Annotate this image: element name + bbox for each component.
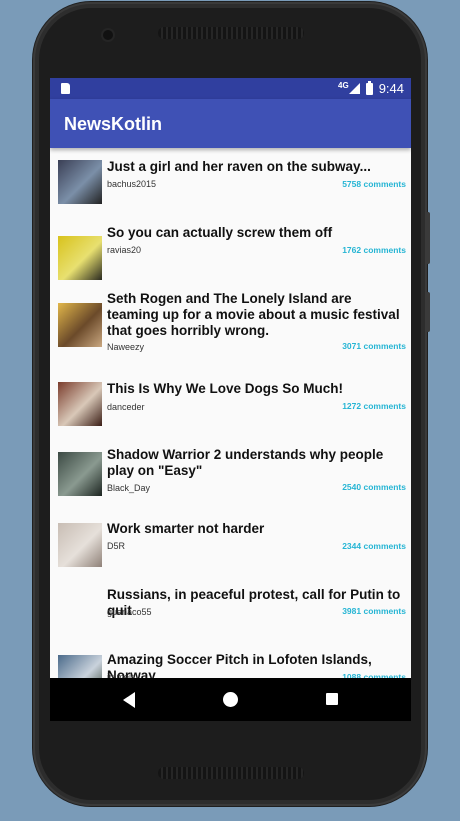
comments-count[interactable]: 5758 comments [342,179,406,189]
post-author: Naweezy [107,342,145,352]
volume-button [426,212,430,264]
post-list[interactable]: Just a girl and her raven on the subway.… [50,148,411,678]
post-author: bachus2015 [107,179,157,189]
power-button [426,292,430,332]
post-title: Work smarter not harder [107,521,265,536]
post-author: Black_Day [107,483,151,493]
comments-count[interactable]: 3071 comments [342,341,406,351]
post-thumbnail [58,160,102,204]
post-author: danceder [107,402,145,412]
app-bar: NewsKotlin [50,99,411,148]
back-icon[interactable] [123,692,135,708]
network-type: 4G [338,81,349,90]
post-thumbnail [58,523,102,567]
post-title: Just a girl and her raven on the subway.… [107,159,371,174]
post-author: D5R [107,541,126,551]
comments-count[interactable]: 1762 comments [342,245,406,255]
app-title: NewsKotlin [64,114,163,134]
front-camera [103,30,113,40]
post-title: This Is Why We Love Dogs So Much! [107,381,344,396]
screen: 4G 9:44 NewsKotlin Just a girl and her r… [50,78,411,721]
post-author: ravias20 [107,245,142,255]
comments-count[interactable]: 2344 comments [342,541,406,551]
comments-count[interactable]: 1272 comments [342,401,406,411]
post-author: guanaco55 [107,607,152,617]
signal-icon [348,83,360,94]
battery-icon [365,80,373,95]
post-thumbnail [58,303,102,347]
recent-apps-icon[interactable] [326,693,338,705]
comments-count[interactable]: 2540 comments [342,482,406,492]
top-speaker [158,27,304,39]
bottom-speaker [158,767,304,779]
post-thumbnail [58,382,102,426]
status-bar: 4G 9:44 [50,78,411,99]
post-title: So you can actually screw them off [107,225,333,240]
sd-card-icon [61,83,70,94]
clock: 9:44 [378,81,404,96]
navigation-bar [50,678,411,721]
post-title: Seth Rogen and The Lonely Island are tea… [107,291,400,338]
post-thumbnail [58,655,102,678]
post-thumbnail [58,236,102,280]
home-icon[interactable] [223,692,238,707]
comments-count[interactable]: 3981 comments [342,606,406,616]
post-title: Shadow Warrior 2 understands why people … [107,447,384,478]
post-thumbnail [58,452,102,496]
